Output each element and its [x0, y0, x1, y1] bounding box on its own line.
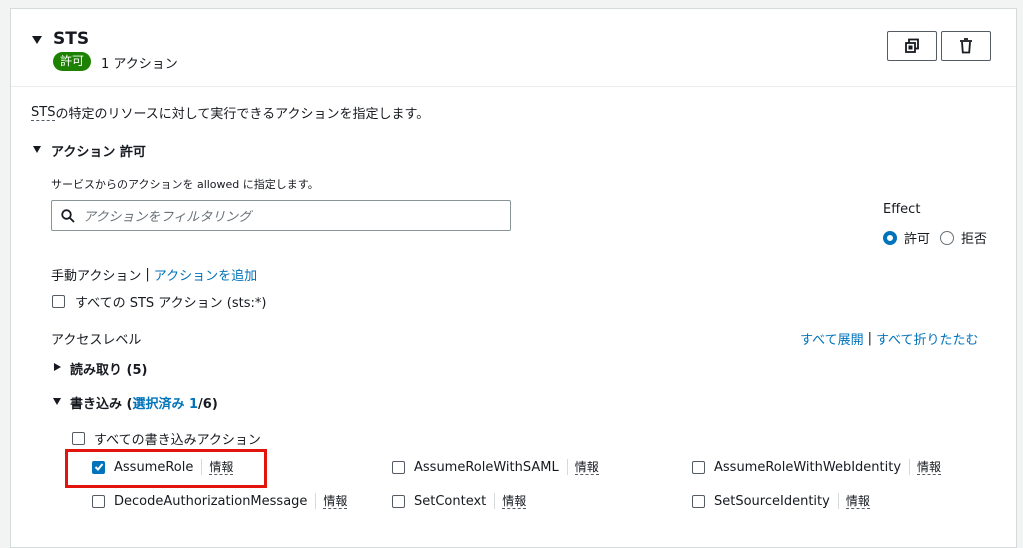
collapse-triangle-icon[interactable]	[32, 36, 42, 44]
action-name: DecodeAuthorizationMessage	[114, 493, 308, 509]
info-link[interactable]: 情報	[323, 494, 348, 509]
effect-deny-radio[interactable]	[940, 230, 955, 245]
expand-all-link[interactable]: すべて展開	[800, 329, 864, 348]
effect-allow-radio[interactable]	[883, 230, 897, 245]
info-link[interactable]: 情報	[845, 494, 870, 509]
description-text: の特定のリソースに対して実行できるアクションを指定します。	[55, 107, 430, 122]
action-name: SetSourceIdentity	[714, 493, 830, 509]
effect-deny-label: 拒否	[961, 232, 988, 247]
highlight-box	[65, 449, 267, 488]
item-divider	[837, 493, 839, 509]
collapse-all-link[interactable]: すべて折りたたむ	[876, 329, 979, 348]
write-access-label[interactable]: 書き込み (選択済み 1/6)	[70, 393, 218, 412]
write-label-pre: 書き込み (	[70, 397, 133, 412]
action-count: 1 アクション	[101, 57, 178, 72]
write-collapse-icon[interactable]	[53, 398, 61, 405]
subtext-code: allowed	[196, 178, 240, 191]
access-level-label: アクセスレベル	[51, 333, 142, 348]
effect-label: Effect	[883, 202, 921, 217]
actions-subtext: サービスからのアクションを allowed に指定します。	[51, 176, 319, 192]
search-icon	[61, 208, 75, 223]
item-divider	[494, 493, 496, 509]
subtext-pre: サービスからのアクションを	[51, 178, 197, 191]
read-access-label[interactable]: 読み取り (5)	[70, 359, 147, 378]
manual-separator: |	[145, 267, 150, 282]
delete-button[interactable]	[941, 31, 991, 61]
info-link[interactable]: 情報	[502, 494, 527, 509]
all-sts-actions-row: すべての STS アクション (sts:*)	[52, 292, 266, 311]
item-divider	[315, 493, 317, 509]
all-sts-actions-label: すべての STS アクション (sts:*)	[75, 296, 267, 311]
action-name: AssumeRoleWithSAML	[414, 459, 559, 475]
item-divider	[566, 459, 568, 475]
filter-placeholder: アクションをフィルタリング	[83, 210, 252, 225]
manual-actions-label: 手動アクション	[51, 269, 142, 284]
action-name: SetContext	[414, 493, 487, 509]
service-name-link[interactable]: STS	[31, 105, 56, 121]
add-action-link[interactable]: アクションを追加	[154, 265, 257, 284]
action-item-assumerolewithwebidentity: AssumeRoleWithWebIdentity 情報	[692, 459, 942, 475]
action-filter-input[interactable]: アクションをフィルタリング	[51, 200, 511, 231]
effect-allow-label: 許可	[904, 232, 931, 247]
expand-collapse-links: すべて展開 | すべて折りたたむ	[800, 329, 979, 348]
actions-heading: アクション 許可	[51, 145, 146, 160]
all-write-actions-checkbox[interactable]	[72, 432, 85, 445]
setcontext-checkbox[interactable]	[392, 494, 405, 508]
duplicate-button[interactable]	[887, 31, 937, 61]
effect-badge: 許可	[53, 52, 92, 71]
sts-permission-card: STS 許可 1 アクション STS の特定のリソースに対して実行できるアクショ…	[10, 8, 1017, 548]
all-write-actions-label: すべての書き込みアクション	[94, 433, 261, 448]
section-title: STS	[53, 29, 90, 49]
all-sts-actions-checkbox[interactable]	[52, 295, 65, 308]
all-write-actions-row: すべての書き込みアクション	[72, 429, 261, 448]
setsourceidentity-checkbox[interactable]	[692, 494, 705, 508]
assumerolewithsaml-checkbox[interactable]	[392, 460, 405, 474]
effect-radio-group: 許可 拒否	[883, 228, 987, 247]
subtext-post: に指定します。	[239, 178, 319, 191]
action-item-setcontext: SetContext 情報	[392, 493, 527, 509]
action-item-decodeauthorizationmessage: DecodeAuthorizationMessage 情報	[92, 493, 348, 509]
decodeauthorizationmessage-checkbox[interactable]	[92, 494, 105, 508]
write-label-post: /6)	[198, 397, 218, 412]
trash-icon	[960, 38, 972, 54]
action-item-setsourceidentity: SetSourceIdentity 情報	[692, 493, 870, 509]
assumerolewithwebidentity-checkbox[interactable]	[692, 460, 705, 474]
actions-collapse-icon[interactable]	[33, 146, 41, 153]
read-expand-icon[interactable]	[54, 363, 61, 371]
expand-separator: |	[867, 331, 872, 346]
info-link[interactable]: 情報	[574, 460, 599, 475]
section-description: STS の特定のリソースに対して実行できるアクションを指定します。	[31, 103, 429, 122]
action-name: AssumeRoleWithWebIdentity	[714, 459, 902, 475]
info-link[interactable]: 情報	[917, 460, 942, 475]
action-item-assumerolewithsaml: AssumeRoleWithSAML 情報	[392, 459, 599, 475]
duplicate-icon	[905, 38, 919, 53]
item-divider	[909, 459, 911, 475]
card-header: STS 許可 1 アクション	[11, 9, 1016, 87]
write-selected-count: 選択済み 1	[132, 397, 199, 412]
manual-actions-row: 手動アクション | アクションを追加	[51, 265, 257, 284]
